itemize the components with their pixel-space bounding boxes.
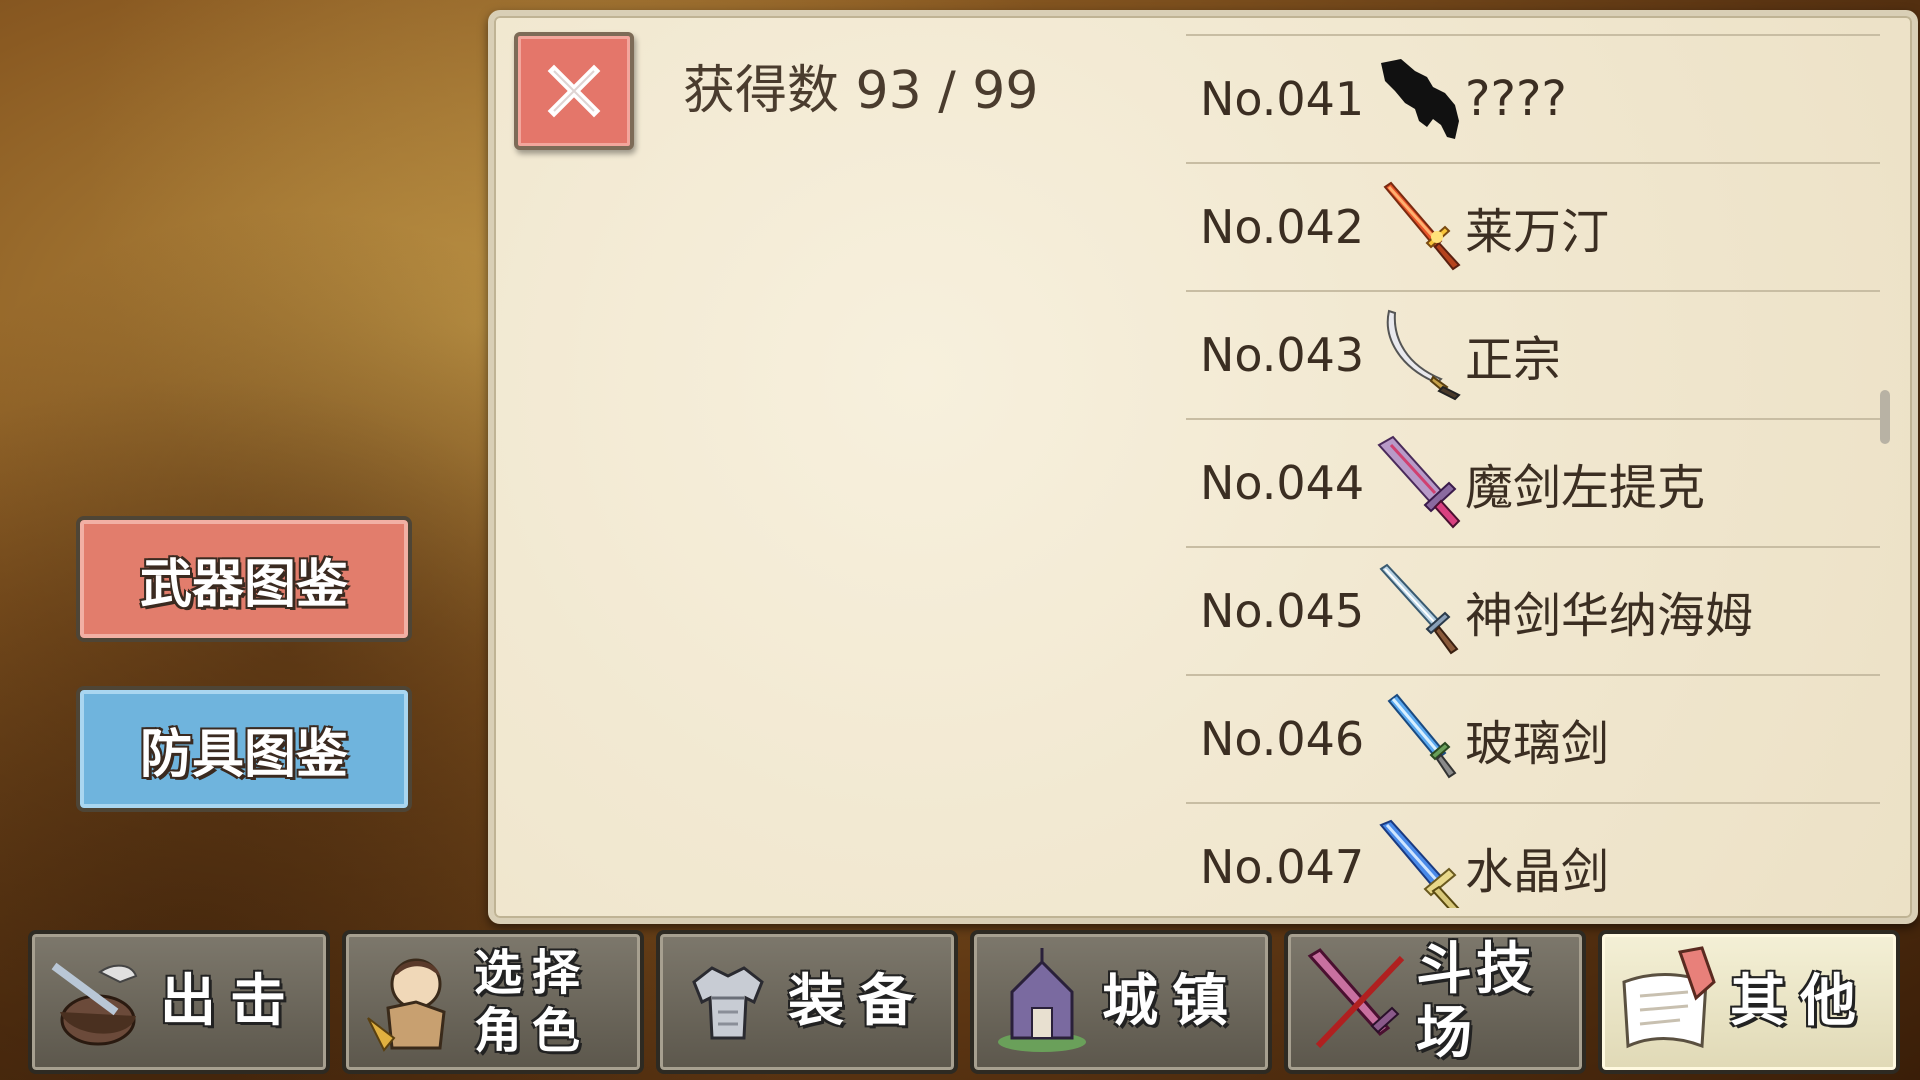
- nav-label: 斗技场: [1416, 937, 1536, 1066]
- item-number: No.042: [1200, 200, 1365, 254]
- nav-sortie[interactable]: 出击: [28, 930, 330, 1074]
- item-name: 魔剑左提克: [1465, 460, 1706, 516]
- item-number: No.047: [1200, 840, 1365, 894]
- armor-catalog-tab[interactable]: 防具图鉴: [76, 686, 412, 812]
- nav-label: 其他: [1730, 969, 1870, 1034]
- nav-arena[interactable]: 斗技场: [1284, 930, 1586, 1074]
- flame-sword-icon: [1375, 179, 1471, 275]
- list-item[interactable]: No.043 正宗: [1186, 290, 1880, 418]
- nav-label: 城镇: [1102, 969, 1242, 1034]
- close-icon: [547, 64, 601, 118]
- item-name: 莱万汀: [1465, 204, 1610, 260]
- katana-icon: [1375, 307, 1471, 403]
- close-button[interactable]: [514, 32, 634, 150]
- item-number: No.041: [1200, 72, 1365, 126]
- list-item[interactable]: No.042 莱万汀: [1186, 162, 1880, 290]
- item-number: No.044: [1200, 456, 1365, 510]
- nav-character-select[interactable]: 选择 角色: [342, 930, 644, 1074]
- list-item[interactable]: No.044 魔剑左提克: [1186, 418, 1880, 546]
- sortie-icon: [40, 942, 160, 1062]
- list-scrollbar[interactable]: [1880, 390, 1890, 444]
- item-number: No.043: [1200, 328, 1365, 382]
- acquired-count: 获得数 93 / 99: [683, 61, 1039, 121]
- item-name: 玻璃剑: [1465, 716, 1610, 772]
- item-name: 水晶剑: [1465, 844, 1610, 900]
- demon-sword-icon: [1375, 435, 1471, 531]
- nav-other[interactable]: 其他: [1598, 930, 1900, 1074]
- holy-sword-icon: [1375, 563, 1471, 659]
- town-icon: [982, 942, 1102, 1062]
- list-item[interactable]: No.046 玻璃剑: [1186, 674, 1880, 802]
- item-name: ????: [1465, 71, 1567, 127]
- nav-label: 选择 角色: [474, 945, 591, 1059]
- list-item[interactable]: No.045 神剑华纳海姆: [1186, 546, 1880, 674]
- list-item[interactable]: No.041 ????: [1186, 34, 1880, 162]
- item-name: 神剑华纳海姆: [1465, 588, 1754, 644]
- item-number: No.046: [1200, 712, 1365, 766]
- nav-equipment[interactable]: 装备: [656, 930, 958, 1074]
- weapon-list[interactable]: No.041 ???? No.042 莱万汀 No.043 正宗 No.044 …: [1186, 34, 1880, 908]
- crystal-sword-icon: [1375, 819, 1471, 908]
- bottom-navigation: 出击 选择 角色 装备 城镇 斗技场 其他: [26, 930, 1900, 1074]
- list-item[interactable]: No.047 水晶剑: [1186, 802, 1880, 908]
- equipment-icon: [668, 942, 788, 1062]
- item-name: 正宗: [1465, 332, 1562, 388]
- glass-sword-icon: [1375, 691, 1471, 787]
- character-select-icon: [354, 942, 474, 1062]
- nav-town[interactable]: 城镇: [970, 930, 1272, 1074]
- nav-label: 装备: [788, 969, 928, 1034]
- other-icon: [1610, 942, 1730, 1062]
- nav-label: 出击: [160, 969, 300, 1034]
- arena-icon: [1296, 942, 1416, 1062]
- unknown-silhouette-icon: [1375, 51, 1471, 147]
- weapon-catalog-tab[interactable]: 武器图鉴: [76, 516, 412, 642]
- item-number: No.045: [1200, 584, 1365, 638]
